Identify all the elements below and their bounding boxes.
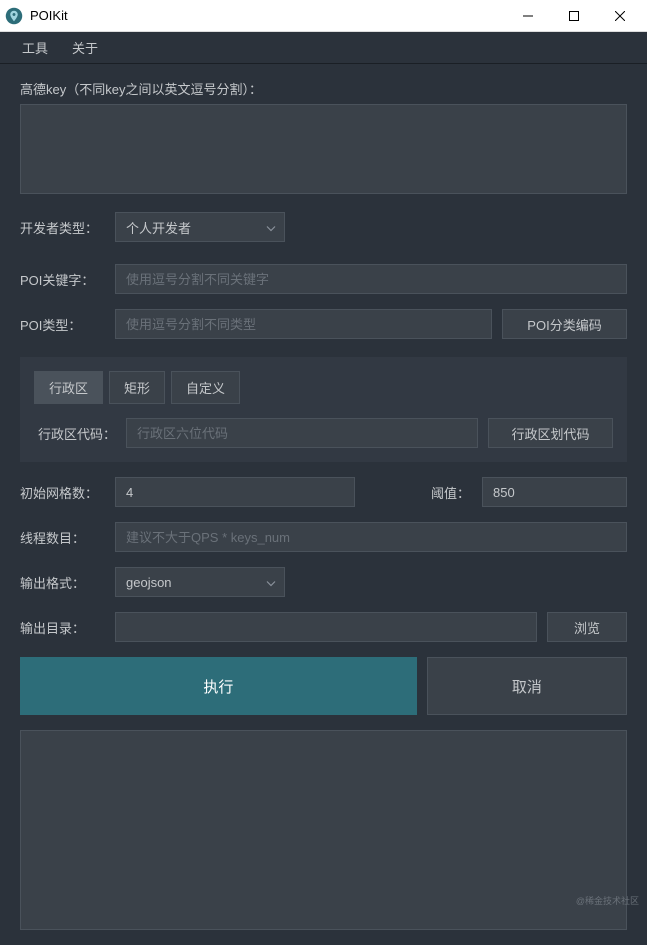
region-tabs: 行政区 矩形 自定义 [34,371,613,404]
poi-type-label: POI类型： [20,315,105,334]
initial-grid-label: 初始网格数： [20,483,105,502]
minimize-button[interactable] [505,0,551,32]
output-dir-input[interactable] [115,612,537,642]
dev-type-label: 开发者类型： [20,218,105,237]
amap-key-input[interactable] [20,104,627,194]
admin-code-label: 行政区代码： [34,424,116,443]
thread-count-input[interactable] [115,522,627,552]
close-button[interactable] [597,0,643,32]
window-title: POIKit [30,8,505,23]
threshold-input[interactable] [482,477,627,507]
poi-type-input[interactable] [115,309,492,339]
log-output [20,730,627,930]
output-format-label: 输出格式： [20,573,105,592]
dev-type-value: 个人开发者 [126,218,191,237]
execute-button[interactable]: 执行 [20,657,417,715]
admin-code-button[interactable]: 行政区划代码 [488,418,613,448]
maximize-button[interactable] [551,0,597,32]
menu-tools[interactable]: 工具 [10,32,60,63]
tab-rect[interactable]: 矩形 [109,371,165,404]
cancel-button[interactable]: 取消 [427,657,627,715]
watermark: @稀金技术社区 [576,894,639,907]
menubar: 工具 关于 [0,32,647,64]
action-buttons: 执行 取消 [20,657,627,715]
poi-keyword-input[interactable] [115,264,627,294]
admin-code-input[interactable] [126,418,478,448]
dev-type-select[interactable]: 个人开发者 [115,212,285,242]
chevron-down-icon [266,220,276,235]
tab-custom[interactable]: 自定义 [171,371,240,404]
output-format-value: geojson [126,575,172,590]
browse-button[interactable]: 浏览 [547,612,627,642]
output-dir-label: 输出目录： [20,618,105,637]
tab-admin[interactable]: 行政区 [34,371,103,404]
amap-key-label: 高德key（不同key之间以英文逗号分割）： [20,79,627,98]
window-controls [505,0,643,32]
thread-count-label: 线程数目： [20,528,105,547]
menu-about[interactable]: 关于 [60,32,110,63]
threshold-label: 阈值： [431,483,470,502]
chevron-down-icon [266,575,276,590]
poi-type-code-button[interactable]: POI分类编码 [502,309,627,339]
app-icon [4,6,24,26]
initial-grid-input[interactable] [115,477,355,507]
main-content: 高德key（不同key之间以英文逗号分割）： 开发者类型： 个人开发者 POI关… [0,64,647,945]
output-format-select[interactable]: geojson [115,567,285,597]
titlebar: POIKit [0,0,647,32]
poi-keyword-label: POI关键字： [20,270,105,289]
region-panel: 行政区 矩形 自定义 行政区代码： 行政区划代码 [20,357,627,462]
